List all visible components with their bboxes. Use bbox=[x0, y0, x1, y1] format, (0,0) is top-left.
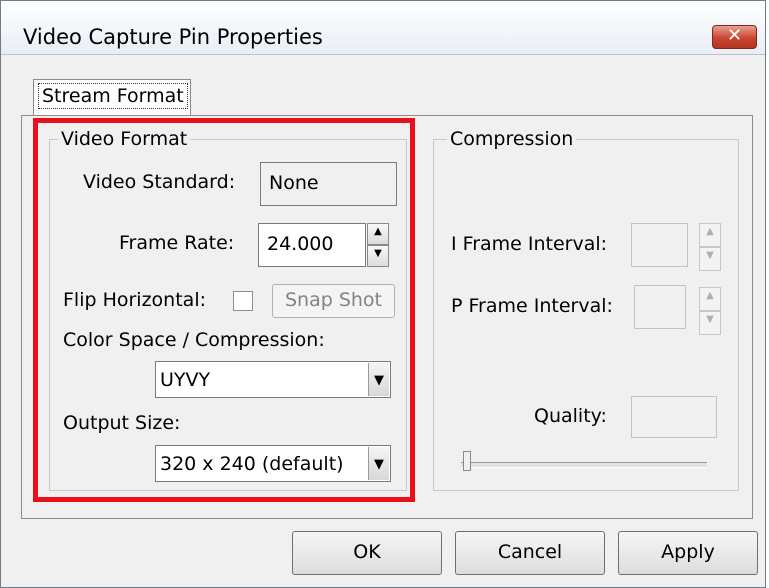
close-button[interactable]: ✕ bbox=[712, 25, 757, 49]
tab-stream-format[interactable]: Stream Format bbox=[33, 79, 191, 117]
quality-label: Quality: bbox=[534, 405, 607, 427]
apply-label: Apply bbox=[661, 541, 715, 563]
quality-slider-thumb[interactable] bbox=[463, 451, 471, 471]
tab-label: Stream Format bbox=[38, 83, 188, 109]
properties-dialog: Video Capture Pin Properties ✕ Stream Fo… bbox=[0, 0, 766, 588]
p-frame-interval-input[interactable] bbox=[634, 285, 686, 329]
i-frame-interval-input[interactable] bbox=[631, 223, 688, 267]
i-frame-spinner[interactable]: ▲ ▼ bbox=[699, 223, 721, 271]
p-frame-interval-label: P Frame Interval: bbox=[451, 295, 613, 317]
spin-up-icon[interactable]: ▲ bbox=[699, 223, 721, 247]
ok-label: OK bbox=[353, 541, 381, 563]
compression-legend: Compression bbox=[447, 128, 577, 150]
cancel-label: Cancel bbox=[497, 541, 563, 563]
cancel-button[interactable]: Cancel bbox=[455, 531, 605, 575]
apply-button[interactable]: Apply bbox=[618, 531, 758, 575]
spin-up-icon[interactable]: ▲ bbox=[699, 287, 721, 311]
spin-down-icon[interactable]: ▼ bbox=[699, 311, 721, 335]
window-title: Video Capture Pin Properties bbox=[23, 25, 323, 49]
quality-slider-track[interactable] bbox=[461, 462, 707, 468]
close-icon: ✕ bbox=[726, 25, 743, 46]
highlight-box bbox=[33, 118, 415, 502]
ok-button[interactable]: OK bbox=[292, 531, 442, 575]
title-bar: Video Capture Pin Properties ✕ bbox=[1, 1, 765, 55]
p-frame-spinner[interactable]: ▲ ▼ bbox=[699, 287, 721, 335]
i-frame-interval-label: I Frame Interval: bbox=[451, 233, 608, 255]
spin-down-icon[interactable]: ▼ bbox=[699, 247, 721, 271]
quality-input[interactable] bbox=[631, 396, 717, 438]
